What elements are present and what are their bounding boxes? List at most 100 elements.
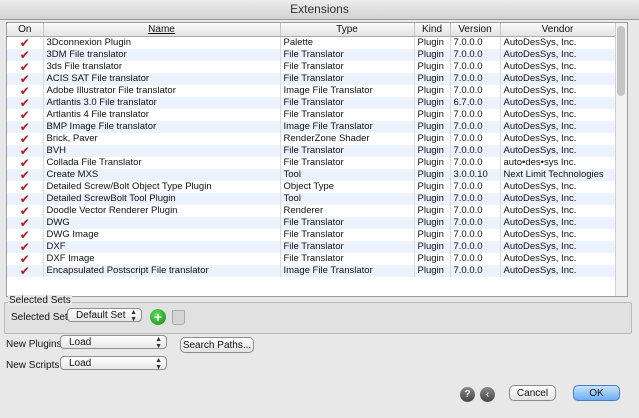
cell-version: 7.0.0.0: [450, 109, 501, 121]
on-checkbox[interactable]: ✔: [7, 109, 44, 121]
cell-version: 7.0.0.0: [450, 73, 501, 85]
cell-kind: Plugin: [414, 169, 451, 181]
table-row[interactable]: ✔ 3DM File translator File Translator Plugi…: [7, 49, 616, 61]
table-row[interactable]: ✔ ACIS SAT File translator File Translator…: [7, 73, 616, 85]
table-row[interactable]: ✔ BVH File Translator Plugin 7.0.0.0 AutoDesS…: [7, 145, 616, 157]
column-header-type[interactable]: Type: [280, 23, 415, 37]
cell-vendor: AutoDesSys, Inc.: [500, 109, 616, 121]
cell-kind: Plugin: [414, 253, 451, 265]
selected-set-dropdown[interactable]: Default Set ▲ ▼: [67, 308, 142, 323]
back-button[interactable]: ‹: [480, 387, 495, 402]
column-header-name[interactable]: Name: [43, 23, 281, 37]
extensions-table: On Name Type Kind Version Vendor ✔ 3Dconn…: [6, 22, 628, 297]
cell-version: 7.0.0.0: [450, 193, 501, 205]
table-row[interactable]: ✔ DXF File Translator Plugin 7.0.0.0 AutoDesS…: [7, 241, 616, 253]
table-row[interactable]: ✔ DWG Image File Translator Plugin 7.0.0.0 Au…: [7, 229, 616, 241]
cell-version: 7.0.0.0: [450, 253, 501, 265]
on-checkbox[interactable]: ✔: [7, 241, 44, 253]
on-checkbox[interactable]: ✔: [7, 36, 44, 49]
cell-vendor: Next Limit Technologies: [500, 169, 616, 181]
new-scripts-dropdown[interactable]: Load ▲ ▼: [60, 356, 167, 371]
new-scripts-value: Load: [69, 358, 92, 369]
cancel-button[interactable]: Cancel: [509, 385, 556, 401]
on-checkbox[interactable]: ✔: [7, 85, 44, 97]
cell-type: File Translator: [280, 97, 415, 109]
on-checkbox[interactable]: ✔: [7, 253, 44, 265]
scrollbar-thumb[interactable]: [617, 26, 625, 96]
table-row[interactable]: ✔ DXF Image File Translator Plugin 7.0.0.0 Au…: [7, 253, 616, 265]
cell-vendor: AutoDesSys, Inc.: [500, 217, 616, 229]
cell-type: Object Type: [280, 181, 415, 193]
table-row[interactable]: ✔ 3Dconnexion Plugin Palette Plugin 7.0.0.0 A…: [7, 36, 616, 49]
cell-name: Artlantis 4 File translator: [43, 109, 281, 121]
new-plugins-dropdown[interactable]: Load ▲ ▼: [60, 335, 167, 350]
table-row[interactable]: ✔ Collada File Translator File Translator P…: [7, 157, 616, 169]
on-checkbox[interactable]: ✔: [7, 121, 44, 133]
column-header-vendor[interactable]: Vendor: [500, 23, 616, 37]
on-checkbox[interactable]: ✔: [7, 217, 44, 229]
on-checkbox[interactable]: ✔: [7, 265, 44, 277]
table-row[interactable]: ✔ Create MXS Tool Plugin 3.0.0.10 Next Limit …: [7, 169, 616, 181]
on-checkbox[interactable]: ✔: [7, 181, 44, 193]
table-row[interactable]: ✔ Detailed ScrewBolt Tool Plugin Tool Plugi…: [7, 193, 616, 205]
cell-type: Tool: [280, 193, 415, 205]
new-plugins-value: Load: [69, 337, 92, 348]
cell-kind: Plugin: [414, 121, 451, 133]
cell-name: Encapsulated Postscript File translator: [43, 265, 281, 277]
on-checkbox[interactable]: ✔: [7, 73, 44, 85]
table-row[interactable]: ✔ Encapsulated Postscript File translator…: [7, 265, 616, 277]
on-checkbox[interactable]: ✔: [7, 133, 44, 145]
table-row[interactable]: ✔ Detailed Screw/Bolt Object Type Plugin O…: [7, 181, 616, 193]
cell-name: 3Dconnexion Plugin: [43, 36, 281, 49]
table-row[interactable]: ✔ 3ds File translator File Translator Plugi…: [7, 61, 616, 73]
cell-kind: Plugin: [414, 85, 451, 97]
on-checkbox[interactable]: ✔: [7, 169, 44, 181]
table-row[interactable]: ✔ Brick, Paver RenderZone Shader Plugin 7.0.…: [7, 133, 616, 145]
dropdown-arrows-icon: ▲ ▼: [155, 336, 162, 350]
cell-version: 7.0.0.0: [450, 157, 501, 169]
cell-type: File Translator: [280, 73, 415, 85]
cell-kind: Plugin: [414, 241, 451, 253]
table-row[interactable]: ✔ Artlantis 3.0 File translator File Trans…: [7, 97, 616, 109]
cell-version: 7.0.0.0: [450, 181, 501, 193]
cell-version: 7.0.0.0: [450, 36, 501, 49]
on-checkbox[interactable]: ✔: [7, 97, 44, 109]
cell-name: Doodle Vector Renderer Plugin: [43, 205, 281, 217]
table-row[interactable]: ✔ Artlantis 4 File translator File Transla…: [7, 109, 616, 121]
cell-kind: Plugin: [414, 265, 451, 277]
cell-vendor: AutoDesSys, Inc.: [500, 85, 616, 97]
vertical-scrollbar[interactable]: [615, 23, 627, 296]
table-row[interactable]: ✔ Adobe Illustrator File translator Image …: [7, 85, 616, 97]
on-checkbox[interactable]: ✔: [7, 193, 44, 205]
on-checkbox[interactable]: ✔: [7, 49, 44, 61]
on-checkbox[interactable]: ✔: [7, 229, 44, 241]
table-row[interactable]: ✔ Doodle Vector Renderer Plugin Renderer Pl…: [7, 205, 616, 217]
cell-vendor: AutoDesSys, Inc.: [500, 193, 616, 205]
cell-version: 6.7.0.0: [450, 97, 501, 109]
cell-vendor: AutoDesSys, Inc.: [500, 61, 616, 73]
cell-version: 7.0.0.0: [450, 265, 501, 277]
table-row[interactable]: ✔ DWG File Translator Plugin 7.0.0.0 AutoDesS…: [7, 217, 616, 229]
add-set-button[interactable]: +: [150, 309, 166, 325]
help-button[interactable]: ?: [460, 387, 475, 402]
column-header-kind[interactable]: Kind: [414, 23, 451, 37]
on-checkbox[interactable]: ✔: [7, 145, 44, 157]
delete-set-icon[interactable]: [172, 310, 185, 325]
on-checkbox[interactable]: ✔: [7, 157, 44, 169]
column-header-on[interactable]: On: [7, 23, 44, 37]
search-paths-button[interactable]: Search Paths...: [180, 337, 254, 353]
cell-type: File Translator: [280, 145, 415, 157]
cell-version: 7.0.0.0: [450, 145, 501, 157]
on-checkbox[interactable]: ✔: [7, 61, 44, 73]
column-header-version[interactable]: Version: [450, 23, 501, 37]
on-checkbox[interactable]: ✔: [7, 205, 44, 217]
cell-type: File Translator: [280, 217, 415, 229]
cell-type: File Translator: [280, 109, 415, 121]
table-row[interactable]: ✔ BMP Image File translator Image File Tra…: [7, 121, 616, 133]
cell-type: Image File Translator: [280, 85, 415, 97]
cell-vendor: AutoDesSys, Inc.: [500, 73, 616, 85]
cell-vendor: AutoDesSys, Inc.: [500, 49, 616, 61]
cell-name: BMP Image File translator: [43, 121, 281, 133]
ok-button[interactable]: OK: [573, 385, 620, 401]
cell-version: 7.0.0.0: [450, 121, 501, 133]
